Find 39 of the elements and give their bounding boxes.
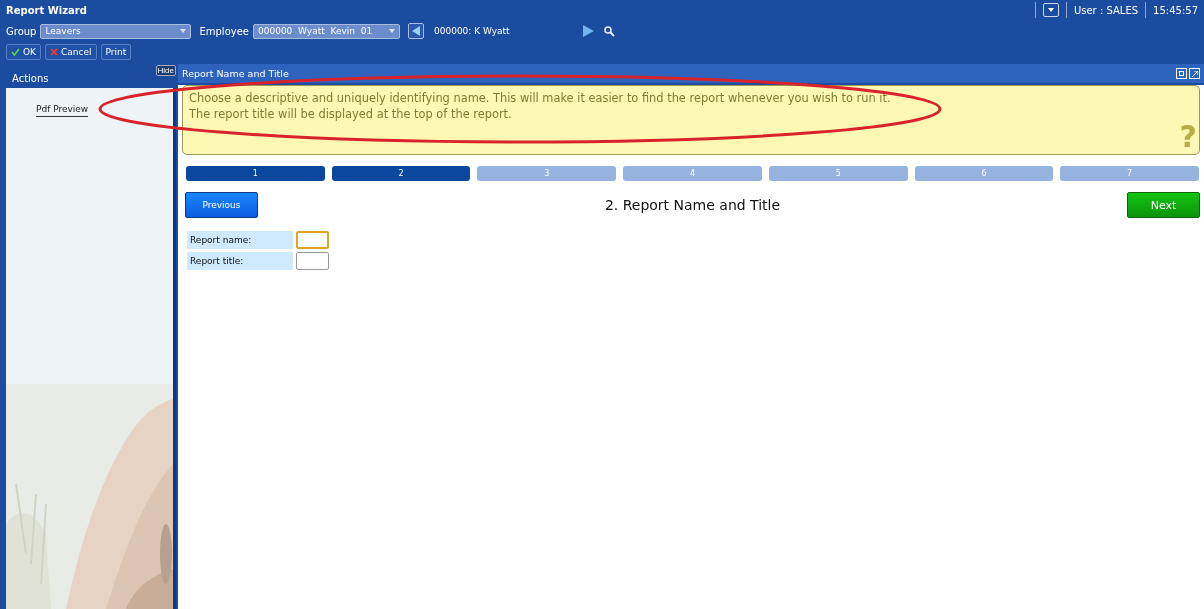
caret-icon [389, 29, 395, 33]
check-icon [11, 48, 20, 56]
toolbar-button[interactable]: Cancel [45, 44, 97, 60]
step-tab[interactable]: 1 [186, 166, 325, 181]
step-tab[interactable]: 2 [331, 166, 471, 181]
next-arrow-icon[interactable] [582, 25, 594, 37]
panel-title: Report Name and Title [182, 68, 289, 79]
toolbar-button[interactable]: OK [6, 44, 41, 60]
employee-label: Employee [199, 25, 249, 37]
user-label: User : SALES [1073, 4, 1139, 16]
left-arrow-icon [412, 26, 420, 36]
input-field[interactable] [296, 231, 329, 249]
hide-button[interactable]: Hide [155, 65, 176, 76]
previous-employee-button[interactable] [408, 23, 424, 39]
popout-button[interactable] [1189, 68, 1200, 79]
dropdown-button[interactable] [1042, 3, 1059, 17]
search-icon[interactable] [604, 25, 615, 37]
previous-button[interactable]: Previous [185, 192, 258, 218]
help-icon: ? [1179, 122, 1197, 152]
group-label: Group [6, 25, 37, 37]
group-dropdown[interactable]: Leavers [40, 23, 192, 39]
employee-dropdown[interactable]: 000000 Wyatt Kevin 01 [253, 23, 400, 39]
caret-icon [180, 29, 187, 33]
window-title: Report Wizard [6, 4, 87, 16]
toolbar-button[interactable]: Print [100, 44, 132, 60]
caret-icon [1047, 8, 1054, 12]
cross-icon [50, 48, 58, 56]
clock-time: 15:45:57 [1153, 4, 1198, 16]
action-link[interactable]: Pdf Preview [36, 104, 89, 117]
sidebar-title: Actions [12, 73, 49, 84]
employee-name: 000000: K Wyatt [434, 26, 511, 36]
input-field[interactable] [296, 252, 329, 270]
next-button[interactable]: Next [1127, 192, 1200, 218]
field-label: Report name: [187, 231, 293, 249]
help-text: The report title will be displayed at the top of the report. [189, 106, 513, 122]
restore-button[interactable] [1176, 68, 1187, 79]
field-label: Report title: [187, 252, 293, 270]
step-heading: 2. Report Name and Title [603, 197, 782, 213]
arrow-icon [1191, 70, 1198, 77]
